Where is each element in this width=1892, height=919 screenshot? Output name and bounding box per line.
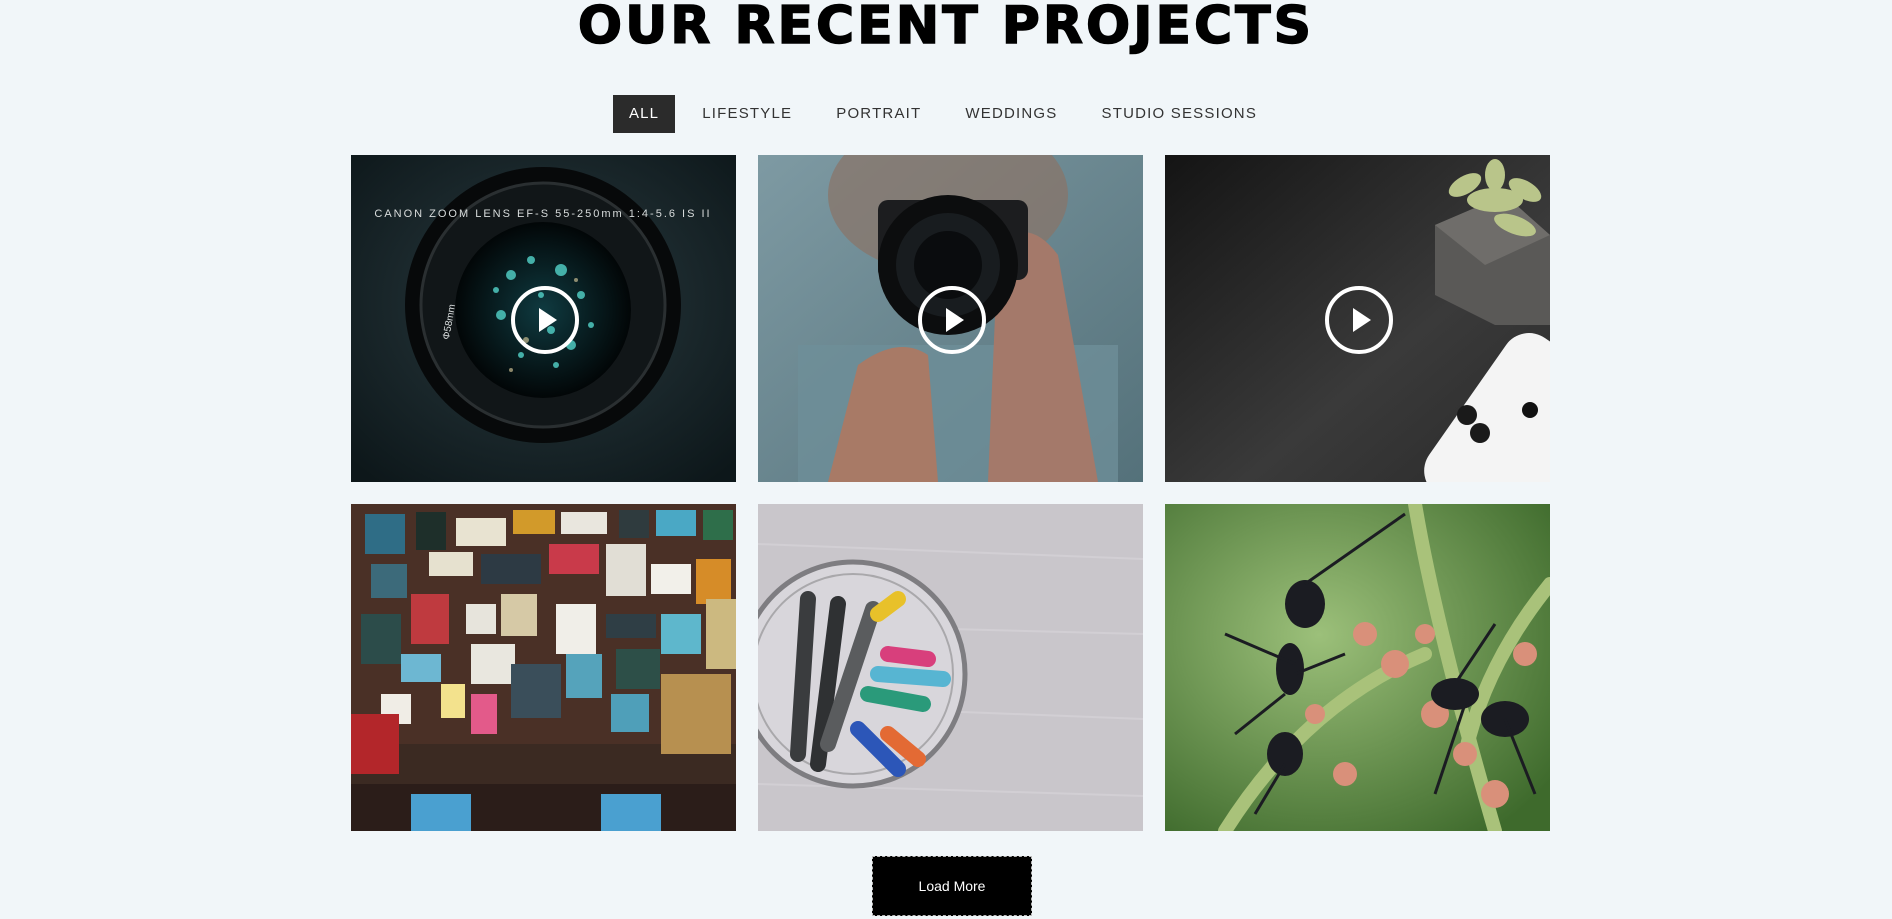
section-title: OUR RECENT PROJECTS	[577, 0, 1315, 56]
signs-photo	[351, 504, 736, 831]
projects-page: OUR RECENT PROJECTS ALL LIFESTYLE PORTRA…	[0, 0, 1892, 919]
play-icon[interactable]	[1324, 285, 1393, 354]
play-icon[interactable]	[510, 285, 579, 354]
gallery-item-phone[interactable]	[1165, 155, 1550, 482]
filter-tabs: ALL LIFESTYLE PORTRAIT WEDDINGS STUDIO S…	[0, 95, 1892, 133]
filter-lifestyle[interactable]: LIFESTYLE	[680, 95, 814, 133]
gallery-item-photographer[interactable]	[758, 155, 1143, 482]
gallery-item-signs[interactable]	[351, 504, 736, 831]
filter-all[interactable]: ALL	[612, 95, 676, 133]
lens-engraving: CANON ZOOM LENS EF-S 55-250mm 1:4-5.6 IS…	[374, 208, 711, 220]
gallery-item-lens[interactable]: CANON ZOOM LENS EF-S 55-250mm 1:4-5.6 IS…	[351, 155, 736, 482]
ants-photo	[1165, 504, 1550, 831]
project-gallery: CANON ZOOM LENS EF-S 55-250mm 1:4-5.6 IS…	[351, 155, 1551, 831]
load-more-button[interactable]: Load More	[872, 856, 1032, 916]
gallery-item-ants[interactable]	[1165, 504, 1550, 831]
play-icon[interactable]	[917, 285, 986, 354]
filter-portrait[interactable]: PORTRAIT	[814, 95, 943, 133]
markers-photo	[758, 504, 1143, 831]
filter-weddings[interactable]: WEDDINGS	[943, 95, 1079, 133]
gallery-item-markers[interactable]	[758, 504, 1143, 831]
filter-studio-sessions[interactable]: STUDIO SESSIONS	[1080, 95, 1280, 133]
